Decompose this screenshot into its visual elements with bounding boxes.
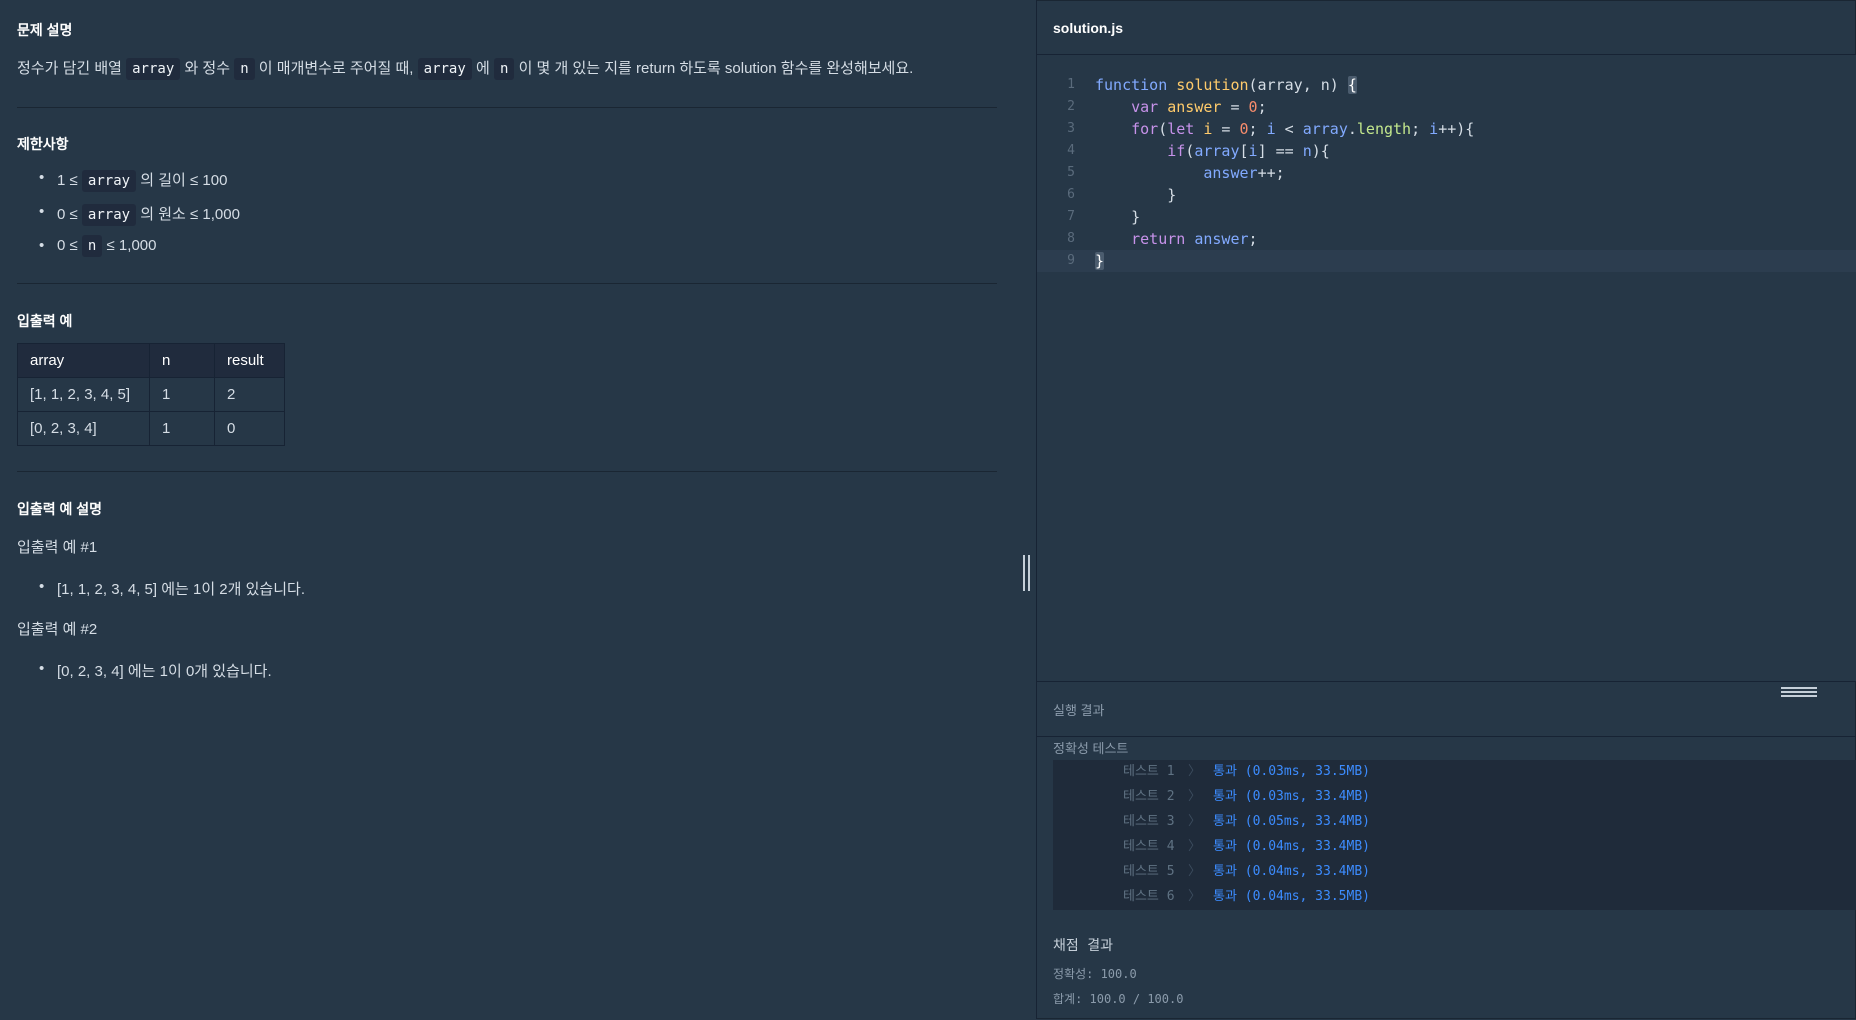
constraints-list: 1 ≤ array 의 길이 ≤ 100 0 ≤ array 의 원소 ≤ 1,…	[17, 169, 917, 271]
code-line: 8 return answer;	[1037, 228, 1856, 250]
test-result-row: 테스트 1 〉 통과 (0.03ms, 33.5MB)	[1123, 764, 1370, 779]
test-result-row: 테스트 2 〉 통과 (0.03ms, 33.4MB)	[1123, 789, 1370, 804]
line-number: 5	[1067, 165, 1075, 180]
example-label: 입출력 예 #1	[17, 539, 98, 556]
test-result-row: 테스트 6 〉 통과 (0.04ms, 33.5MB)	[1123, 889, 1370, 904]
constraints-title: 제한사항	[17, 136, 69, 152]
table-cell: [0, 2, 3, 4]	[17, 411, 150, 446]
desc-code-1: array	[126, 58, 181, 80]
example-list: [0, 2, 3, 4] 에는 1이 0개 있습니다.	[17, 660, 917, 681]
result-title: 실행 결과	[1053, 703, 1105, 718]
test-result-row: 테스트 3 〉 통과 (0.05ms, 33.4MB)	[1123, 814, 1370, 829]
desc-text-4: 에	[475, 60, 490, 77]
io-example-title: 입출력 예	[17, 313, 73, 329]
table-cell: 1	[149, 377, 215, 412]
problem-panel[interactable]: 문제 설명 정수가 담긴 배열 array 와 정수 n 이 매개변수로 주어질…	[0, 0, 1036, 1019]
line-number: 2	[1067, 99, 1075, 114]
code-line: 1 function solution(array, n) {	[1037, 74, 1856, 96]
code-line: 5 answer++;	[1037, 162, 1856, 184]
desc-code-2: n	[234, 58, 255, 80]
panel-resize-handle[interactable]	[1023, 555, 1031, 591]
code-line: 6 }	[1037, 184, 1856, 206]
desc-text-2: 와 정수	[184, 60, 231, 77]
accuracy-score: 정확성: 100.0	[1053, 967, 1137, 981]
file-header: solution.js	[1037, 0, 1856, 55]
line-number: 1	[1067, 77, 1075, 92]
example-bullet: [0, 2, 3, 4] 에는 1이 0개 있습니다.	[17, 660, 917, 681]
table-row: [1, 1, 2, 3, 4, 5] 1 2	[17, 377, 285, 412]
desc-code-4: n	[493, 58, 515, 80]
line-number: 6	[1067, 187, 1075, 202]
line-number: 4	[1067, 143, 1075, 158]
table-cell: [1, 1, 2, 3, 4, 5]	[17, 377, 150, 412]
table-cell: 0	[214, 411, 285, 446]
description-text: 정수가 담긴 배열 array 와 정수 n 이 매개변수로 주어질 때, ar…	[17, 57, 914, 80]
constraint-item: 0 ≤ n ≤ 1,000	[17, 235, 917, 271]
code-line: 4 if(array[i] == n){	[1037, 140, 1856, 162]
desc-text-1: 정수가 담긴 배열	[17, 60, 122, 77]
divider	[17, 283, 997, 284]
code-line: 3 for(let i = 0; i < array.length; i++){	[1037, 118, 1856, 140]
table-cell: 2	[214, 377, 285, 412]
table-header: array	[17, 343, 150, 378]
divider	[17, 471, 997, 472]
line-number: 8	[1067, 231, 1075, 246]
io-explain-title: 입출력 예 설명	[17, 501, 103, 517]
desc-code-3: array	[417, 58, 472, 80]
line-number: 9	[1067, 253, 1075, 268]
table-header: result	[214, 343, 285, 378]
result-panel: 실행 결과 정확성 테스트 테스트 1 〉 통과 (0.03ms, 33.5MB) …	[1037, 681, 1856, 1020]
line-number: 3	[1067, 121, 1075, 136]
test-result-row: 테스트 5 〉 통과 (0.04ms, 33.4MB)	[1123, 864, 1370, 879]
constraint-item: 0 ≤ array 의 원소 ≤ 1,000	[17, 203, 917, 237]
description-title: 문제 설명	[17, 22, 73, 38]
code-line: 7 }	[1037, 206, 1856, 228]
line-number: 7	[1067, 209, 1075, 224]
result-resize-handle[interactable]	[1781, 687, 1817, 697]
desc-text-3: 이 매개변수로 주어질 때,	[258, 60, 414, 77]
table-header-row: array n result	[17, 343, 285, 378]
file-name-tab[interactable]: solution.js	[1053, 20, 1123, 36]
result-subtitle: 정확성 테스트	[1053, 741, 1129, 756]
divider	[1037, 736, 1856, 737]
code-editor[interactable]: 1 function solution(array, n) { 2 var ans…	[1037, 55, 1856, 681]
test-result-row: 테스트 4 〉 통과 (0.04ms, 33.4MB)	[1123, 839, 1370, 854]
desc-text-5: 이 몇 개 있는 지를 return 하도록 solution 함수를 완성해보…	[518, 60, 914, 77]
constraint-item: 1 ≤ array 의 길이 ≤ 100	[17, 169, 917, 203]
io-table: array n result [1, 1, 2, 3, 4, 5] 1 2 [0…	[17, 343, 285, 446]
code-line: 2 var answer = 0;	[1037, 96, 1856, 118]
editor-panel: solution.js 1 function solution(array, n)…	[1037, 0, 1856, 1019]
table-row: [0, 2, 3, 4] 1 0	[17, 411, 285, 446]
table-header: n	[149, 343, 215, 378]
example-label: 입출력 예 #2	[17, 621, 98, 638]
total-score: 합계: 100.0 / 100.0	[1053, 992, 1184, 1006]
test-results-box: 테스트 1 〉 통과 (0.03ms, 33.5MB) 테스트 2 〉 통과 (0.03…	[1053, 760, 1856, 910]
example-list: [1, 1, 2, 3, 4, 5] 에는 1이 2개 있습니다.	[17, 578, 917, 599]
code-line-active: 9}	[1037, 250, 1856, 272]
table-cell: 1	[149, 411, 215, 446]
example-bullet: [1, 1, 2, 3, 4, 5] 에는 1이 2개 있습니다.	[17, 578, 917, 599]
score-title: 채점 결과	[1053, 938, 1113, 954]
divider	[17, 107, 997, 108]
